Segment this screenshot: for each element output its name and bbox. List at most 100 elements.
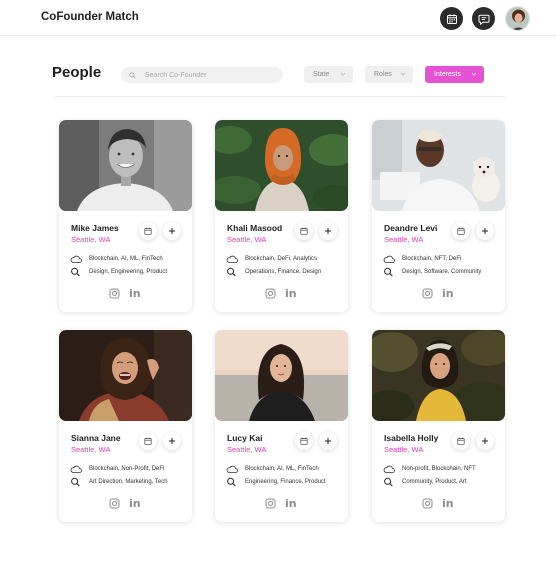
social-links: in bbox=[422, 497, 454, 510]
interests-text: Blockchain, DeFi, Analytics bbox=[245, 256, 318, 262]
interests-row: Blockchain, NFT, DeFi bbox=[383, 254, 461, 264]
person-name: Khali Masood bbox=[227, 223, 283, 233]
schedule-button[interactable] bbox=[452, 222, 470, 240]
social-links: in bbox=[109, 497, 141, 510]
schedule-button[interactable] bbox=[295, 432, 313, 450]
person-location: Seattle, WA bbox=[384, 235, 424, 244]
add-button[interactable] bbox=[476, 222, 494, 240]
profile-photo bbox=[59, 120, 192, 211]
profile-photo bbox=[215, 120, 348, 211]
search-input[interactable] bbox=[145, 71, 275, 79]
person-name: Mike James bbox=[71, 223, 119, 233]
roles-row: Operations, Finance, Design bbox=[226, 267, 321, 277]
linkedin-icon[interactable]: in bbox=[285, 497, 297, 510]
instagram-icon[interactable] bbox=[422, 288, 433, 299]
filter-roles-label: Roles bbox=[374, 71, 392, 78]
calendar-icon bbox=[300, 437, 308, 445]
calendar-icon bbox=[300, 227, 308, 235]
linkedin-icon[interactable]: in bbox=[285, 287, 297, 300]
instagram-icon[interactable] bbox=[265, 288, 276, 299]
interests-text: Non-profit, Blockchain, NFT bbox=[402, 466, 476, 472]
instagram-icon[interactable] bbox=[422, 498, 433, 509]
interests-text: Blockchain, AI, ML, FinTech bbox=[245, 466, 319, 472]
filter-state[interactable]: State bbox=[304, 66, 353, 83]
cloud-icon bbox=[226, 255, 238, 263]
calendar-icon bbox=[144, 227, 152, 235]
cloud-icon bbox=[383, 465, 395, 473]
person-card[interactable]: Lucy Kai Seattle, WA Blockchain, AI, ML,… bbox=[215, 330, 348, 522]
schedule-button[interactable] bbox=[139, 222, 157, 240]
plus-icon bbox=[482, 438, 488, 444]
messages-button[interactable] bbox=[472, 7, 495, 30]
interests-text: Blockchain, Non-Profit, DeFi bbox=[89, 466, 165, 472]
search-icon bbox=[71, 477, 80, 487]
add-button[interactable] bbox=[163, 222, 181, 240]
cloud-icon bbox=[226, 465, 238, 473]
add-button[interactable] bbox=[319, 222, 337, 240]
roles-row: Art Direction, Marketing, Tech bbox=[70, 477, 168, 487]
calendar-icon bbox=[457, 437, 465, 445]
interests-text: Blockchain, AI, ML, FinTech bbox=[89, 256, 163, 262]
chevron-down-icon bbox=[340, 72, 346, 76]
page-title: People bbox=[52, 64, 102, 81]
calendar-icon bbox=[457, 227, 465, 235]
person-name: Sianna Jane bbox=[71, 433, 121, 443]
filter-interests[interactable]: Interests bbox=[425, 66, 484, 83]
filter-roles[interactable]: Roles bbox=[365, 66, 413, 83]
schedule-button[interactable] bbox=[295, 222, 313, 240]
instagram-icon[interactable] bbox=[109, 288, 120, 299]
linkedin-icon[interactable]: in bbox=[442, 497, 454, 510]
linkedin-icon[interactable]: in bbox=[129, 287, 141, 300]
social-links: in bbox=[265, 287, 297, 300]
interests-row: Blockchain, Non-Profit, DeFi bbox=[70, 464, 164, 474]
add-button[interactable] bbox=[476, 432, 494, 450]
filter-state-label: State bbox=[313, 71, 330, 78]
top-bar: CoFounder Match bbox=[0, 0, 556, 36]
roles-row: Engineering, Finance, Product bbox=[226, 477, 326, 487]
interests-text: Blockchain, NFT, DeFi bbox=[402, 256, 462, 262]
add-button[interactable] bbox=[319, 432, 337, 450]
calendar-icon bbox=[144, 437, 152, 445]
person-card[interactable]: Sianna Jane Seattle, WA Blockchain, Non-… bbox=[59, 330, 192, 522]
linkedin-icon[interactable]: in bbox=[442, 287, 454, 300]
search-bar[interactable] bbox=[121, 67, 283, 83]
add-button[interactable] bbox=[163, 432, 181, 450]
roles-text: Engineering, Finance, Product bbox=[245, 479, 326, 485]
person-name: Isabella Holly bbox=[384, 433, 439, 443]
plus-icon bbox=[325, 228, 331, 234]
person-card[interactable]: Khali Masood Seattle, WA Blockchain, DeF… bbox=[215, 120, 348, 312]
profile-photo bbox=[215, 330, 348, 421]
person-card[interactable]: Deandre Levi Seattle, WA Blockchain, NFT… bbox=[372, 120, 505, 312]
instagram-icon[interactable] bbox=[109, 498, 120, 509]
plus-icon bbox=[325, 438, 331, 444]
person-name: Lucy Kai bbox=[227, 433, 263, 443]
roles-row: Community, Product, Art bbox=[383, 477, 467, 487]
schedule-button[interactable] bbox=[452, 432, 470, 450]
user-avatar[interactable] bbox=[505, 6, 530, 31]
person-card[interactable]: Mike James Seattle, WA Blockchain, AI, M… bbox=[59, 120, 192, 312]
calendar-icon bbox=[446, 13, 457, 24]
person-card[interactable]: Isabella Holly Seattle, WA Non-profit, B… bbox=[372, 330, 505, 522]
plus-icon bbox=[169, 228, 175, 234]
chevron-down-icon bbox=[471, 72, 477, 76]
interests-row: Blockchain, DeFi, Analytics bbox=[226, 254, 317, 264]
cloud-icon bbox=[383, 255, 395, 263]
chat-icon bbox=[478, 14, 489, 25]
social-links: in bbox=[265, 497, 297, 510]
roles-row: Design, Software, Community bbox=[383, 267, 481, 277]
search-icon bbox=[227, 477, 236, 487]
social-links: in bbox=[422, 287, 454, 300]
person-location: Seattle, WA bbox=[71, 235, 111, 244]
profile-photo bbox=[372, 330, 505, 421]
app-title: CoFounder Match bbox=[41, 11, 139, 23]
search-icon bbox=[227, 267, 236, 277]
instagram-icon[interactable] bbox=[265, 498, 276, 509]
roles-text: Community, Product, Art bbox=[402, 479, 467, 485]
cloud-icon bbox=[70, 465, 82, 473]
linkedin-icon[interactable]: in bbox=[129, 497, 141, 510]
person-location: Seattle, WA bbox=[227, 235, 267, 244]
interests-row: Blockchain, AI, ML, FinTech bbox=[226, 464, 319, 474]
social-links: in bbox=[109, 287, 141, 300]
schedule-button[interactable] bbox=[139, 432, 157, 450]
calendar-button[interactable] bbox=[440, 7, 463, 30]
